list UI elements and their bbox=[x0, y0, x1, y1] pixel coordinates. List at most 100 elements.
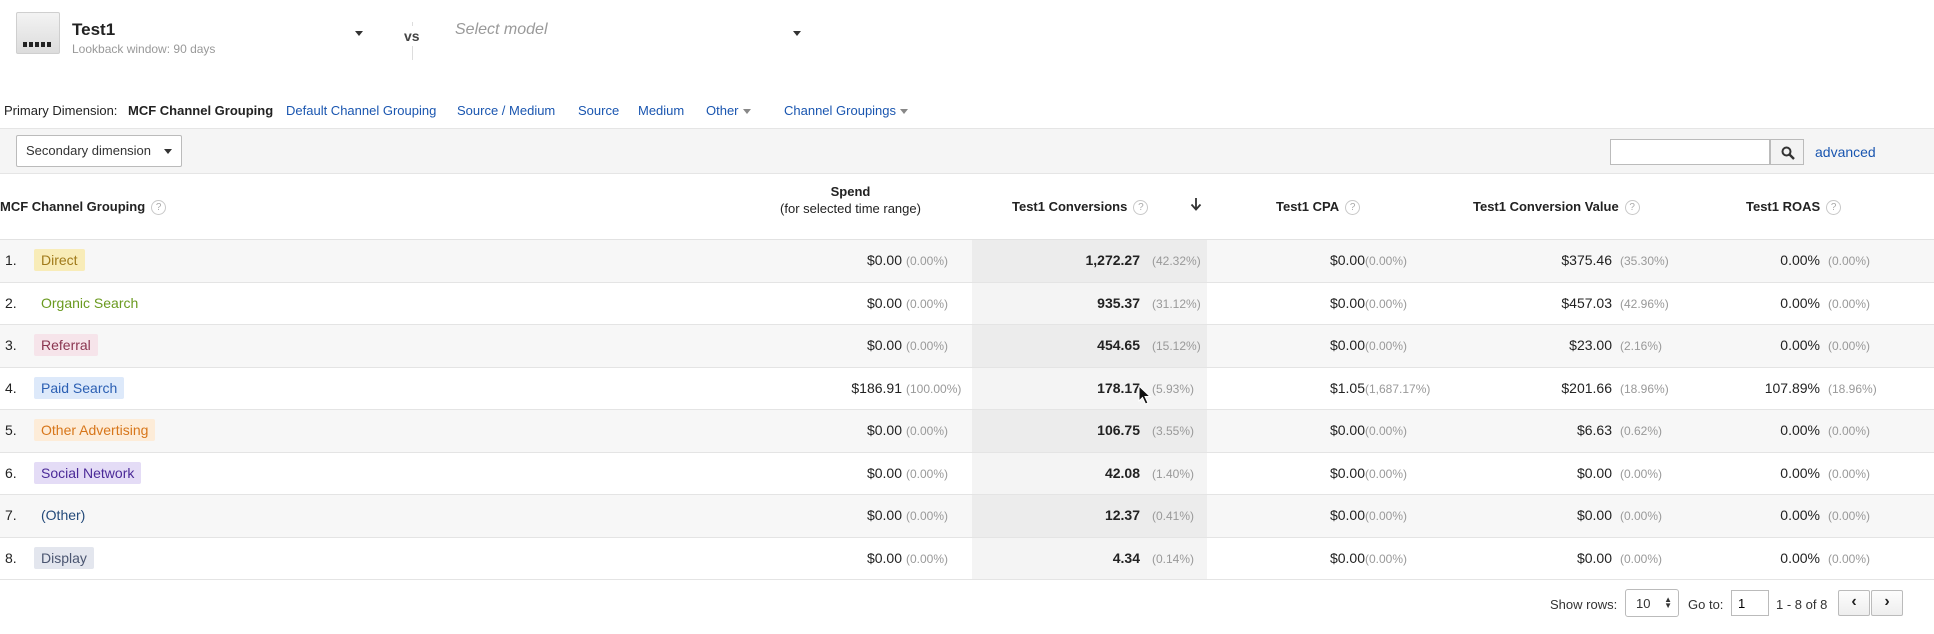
cell-spend: $0.00 bbox=[866, 549, 902, 566]
pagination-bar: Show rows: 10 ▲▼ Go to: 1 - 8 of 8 ‹ › bbox=[0, 586, 1934, 622]
cell-spend-percent: (0.00%) bbox=[906, 296, 949, 311]
cell-conv-percent: (1.40%) bbox=[1152, 466, 1195, 481]
model-dropdown-arrow-icon[interactable] bbox=[355, 31, 363, 36]
search-button[interactable] bbox=[1770, 139, 1804, 165]
cell-value-percent: (0.00%) bbox=[1620, 466, 1663, 481]
show-rows-select[interactable]: 10 ▲ ▼ bbox=[1625, 589, 1679, 617]
cell-conv-percent: (5.93%) bbox=[1152, 381, 1195, 396]
cell-spend-percent: (0.00%) bbox=[906, 254, 949, 268]
table-row: 1. Direct $0.00 (0.00%) 1,272.27 (42.32%) $0.0… bbox=[0, 240, 1934, 283]
dimension-source-medium[interactable]: Source / Medium bbox=[457, 103, 555, 118]
cell-value: $201.66 bbox=[1561, 379, 1612, 396]
table-row: 5. Other Advertising $0.00 (0.00%) 106.75 (3.… bbox=[0, 410, 1934, 453]
cell-roas-percent: (0.00%) bbox=[1828, 551, 1871, 566]
header-test1-conversion-value[interactable]: Test1 Conversion Value? bbox=[1473, 199, 1640, 216]
row-index: 7. bbox=[5, 507, 17, 523]
header-label: Test1 Conversions bbox=[1012, 199, 1128, 214]
cell-value-percent: (42.96%) bbox=[1620, 296, 1669, 311]
advanced-filter-link[interactable]: advanced bbox=[1815, 144, 1876, 160]
channel-link[interactable]: Other Advertising bbox=[34, 419, 156, 441]
cell-roas: 0.00% bbox=[1780, 549, 1820, 566]
cell-roas: 0.00% bbox=[1780, 294, 1820, 311]
channel-link[interactable]: Referral bbox=[34, 334, 98, 356]
other-label: Other bbox=[706, 103, 739, 118]
help-icon[interactable]: ? bbox=[1826, 200, 1842, 216]
compare-model-select[interactable]: Select model bbox=[455, 21, 548, 39]
row-index: 4. bbox=[5, 379, 17, 396]
next-page-button[interactable]: › bbox=[1871, 590, 1903, 616]
cell-value-percent: (18.96%) bbox=[1620, 381, 1669, 396]
table-row: 2. Organic Search $0.00 (0.00%) 935.37 (31.12… bbox=[0, 282, 1934, 325]
data-table: MCF Channel Grouping? Spend (for selecte… bbox=[0, 174, 1934, 580]
header-label: Test1 CPA bbox=[1276, 199, 1340, 214]
secondary-dimension-label: Secondary dimension bbox=[26, 143, 152, 158]
search-icon bbox=[1781, 146, 1795, 160]
cell-value-percent: (0.62%) bbox=[1620, 424, 1663, 438]
cell-spend: $0.00 bbox=[866, 422, 902, 438]
cell-cpa: $0.00 bbox=[1329, 549, 1365, 566]
attribution-model-icon[interactable] bbox=[16, 12, 60, 54]
dimension-default-channel-grouping[interactable]: Default Channel Grouping bbox=[286, 103, 436, 118]
header-test1-cpa[interactable]: Test1 CPA? bbox=[1276, 199, 1361, 216]
cell-cpa: $0.00 bbox=[1329, 507, 1365, 523]
cell-spend-percent: (0.00%) bbox=[906, 424, 949, 438]
cell-cpa-percent: (0.00%) bbox=[1365, 509, 1408, 523]
cell-conv: 1,272.27 bbox=[1085, 252, 1141, 268]
cell-spend: $0.00 bbox=[866, 464, 902, 481]
table-row: 6. Social Network $0.00 (0.00%) 42.08 (1.40%)… bbox=[0, 452, 1934, 495]
table-row: 8. Display $0.00 (0.00%) 4.34 (0.14%) $0.00 (0.… bbox=[0, 537, 1934, 580]
row-index: 5. bbox=[5, 422, 17, 438]
cell-spend-percent: (0.00%) bbox=[906, 551, 949, 566]
cell-roas-percent: (0.00%) bbox=[1828, 466, 1871, 481]
help-icon[interactable]: ? bbox=[1345, 200, 1361, 216]
table-toolbar: Secondary dimension advanced bbox=[0, 128, 1934, 174]
secondary-dimension-button[interactable]: Secondary dimension bbox=[16, 135, 182, 167]
channel-link[interactable]: Social Network bbox=[34, 461, 142, 484]
row-index: 2. bbox=[5, 294, 17, 311]
cell-cpa: $0.00 bbox=[1329, 252, 1365, 268]
help-icon[interactable]: ? bbox=[1133, 200, 1149, 216]
cell-roas-percent: (0.00%) bbox=[1828, 296, 1871, 311]
cell-roas: 0.00% bbox=[1780, 507, 1820, 523]
help-icon[interactable]: ? bbox=[151, 200, 167, 216]
chevron-down-icon bbox=[164, 149, 172, 154]
dimension-mcf-channel-grouping[interactable]: MCF Channel Grouping bbox=[128, 103, 273, 118]
updown-arrows-icon: ▲ ▼ bbox=[1664, 595, 1672, 610]
goto-label: Go to: bbox=[1688, 597, 1724, 612]
sort-descending-icon[interactable] bbox=[1190, 197, 1202, 211]
cell-cpa-percent: (0.00%) bbox=[1365, 254, 1408, 268]
cell-conv: 42.08 bbox=[1104, 464, 1140, 481]
header-label: Test1 ROAS bbox=[1746, 199, 1821, 214]
dimension-medium[interactable]: Medium bbox=[638, 103, 684, 118]
channel-link[interactable]: Paid Search bbox=[34, 376, 125, 399]
compare-dropdown-arrow-icon[interactable] bbox=[793, 31, 801, 36]
header-test1-conversions[interactable]: Test1 Conversions? bbox=[1012, 199, 1149, 216]
header-sublabel: (for selected time range) bbox=[780, 201, 921, 216]
cell-conv: 935.37 bbox=[1097, 294, 1140, 311]
chevron-down-icon bbox=[900, 109, 909, 115]
cell-spend-percent: (100.00%) bbox=[906, 381, 962, 396]
table-search-input[interactable] bbox=[1610, 139, 1770, 165]
cell-spend: $0.00 bbox=[866, 337, 902, 353]
channel-link[interactable]: Display bbox=[34, 546, 94, 569]
header-mcf-channel-grouping[interactable]: MCF Channel Grouping? bbox=[0, 199, 167, 216]
cell-roas-percent: (0.00%) bbox=[1828, 424, 1871, 438]
header-test1-roas[interactable]: Test1 ROAS? bbox=[1746, 199, 1842, 216]
channel-link[interactable]: Direct bbox=[34, 249, 85, 271]
cell-roas-percent: (0.00%) bbox=[1828, 339, 1871, 353]
header-spend[interactable]: Spend (for selected time range) bbox=[778, 183, 923, 217]
cell-roas: 0.00% bbox=[1780, 337, 1820, 353]
cell-cpa: $1.05 bbox=[1329, 379, 1365, 396]
prev-page-button[interactable]: ‹ bbox=[1838, 590, 1870, 616]
channel-groupings-dropdown[interactable]: Channel Groupings bbox=[784, 103, 909, 118]
cell-conv-percent: (31.12%) bbox=[1152, 296, 1201, 311]
help-icon[interactable]: ? bbox=[1624, 200, 1640, 216]
cell-cpa: $0.00 bbox=[1329, 464, 1365, 481]
cell-roas: 0.00% bbox=[1780, 464, 1820, 481]
dimension-other-dropdown[interactable]: Other bbox=[706, 103, 751, 118]
goto-page-input[interactable] bbox=[1731, 590, 1769, 616]
channel-link[interactable]: (Other) bbox=[34, 504, 92, 526]
channel-link[interactable]: Organic Search bbox=[34, 292, 145, 314]
dimension-source[interactable]: Source bbox=[578, 103, 619, 118]
model-title[interactable]: Test1 bbox=[72, 20, 115, 40]
